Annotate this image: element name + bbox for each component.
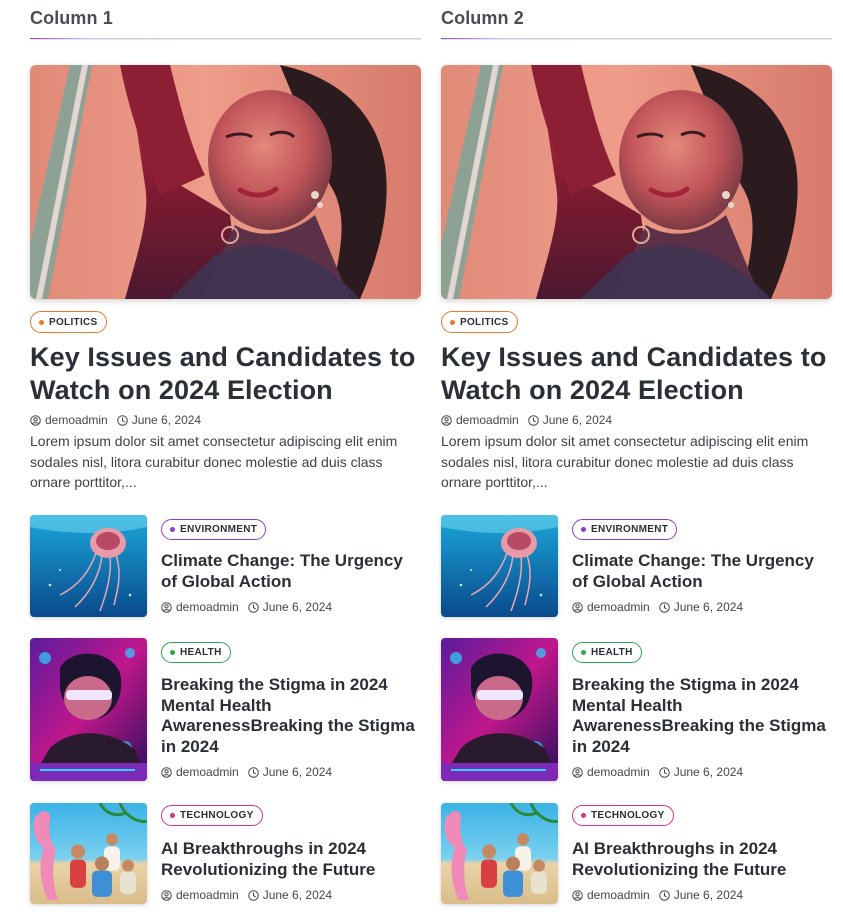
category-label: TECHNOLOGY — [180, 810, 254, 821]
featured-title[interactable]: Key Issues and Candidates to Watch on 20… — [30, 341, 421, 407]
category-dot — [581, 813, 586, 818]
post-meta: demoadmin June 6, 2024 — [441, 413, 612, 427]
post-thumbnail[interactable] — [441, 638, 558, 781]
column-heading: Column 1 — [30, 0, 421, 40]
post-date[interactable]: June 6, 2024 — [674, 765, 743, 779]
category-badge[interactable]: ENVIRONMENT — [572, 519, 678, 540]
clock-icon — [659, 890, 670, 901]
category-dot — [39, 319, 44, 325]
post-thumbnail[interactable] — [30, 638, 147, 781]
clock-icon — [528, 415, 539, 426]
post-title[interactable]: Breaking the Stigma in 2024 Mental Healt… — [161, 675, 421, 757]
author-link[interactable]: demoadmin — [45, 413, 108, 427]
list-item: TECHNOLOGY AI Breakthroughs in 2024 Revo… — [441, 803, 832, 904]
list-item: ENVIRONMENT Climate Change: The Urgency … — [441, 515, 832, 617]
clock-icon — [248, 890, 259, 901]
category-label: HEALTH — [591, 647, 633, 658]
post-meta: demoadmin June 6, 2024 — [30, 413, 201, 427]
column-heading: Column 2 — [441, 0, 832, 40]
category-label: POLITICS — [460, 316, 509, 328]
category-badge[interactable]: HEALTH — [572, 642, 642, 663]
list-item: HEALTH Breaking the Stigma in 2024 Menta… — [441, 638, 832, 781]
category-label: ENVIRONMENT — [591, 524, 669, 535]
category-dot — [581, 650, 586, 655]
category-label: ENVIRONMENT — [180, 524, 258, 535]
post-meta: demoadmin June 6, 2024 — [161, 765, 332, 779]
list-item: TECHNOLOGY AI Breakthroughs in 2024 Revo… — [30, 803, 421, 904]
category-badge[interactable]: HEALTH — [161, 642, 231, 663]
post-date[interactable]: June 6, 2024 — [543, 413, 612, 427]
featured-excerpt: Lorem ipsum dolor sit amet consectetur a… — [30, 433, 398, 490]
post-thumbnail[interactable] — [30, 803, 147, 904]
list-item: HEALTH Breaking the Stigma in 2024 Menta… — [30, 638, 421, 781]
user-circle-icon — [572, 767, 583, 778]
category-dot — [450, 319, 455, 325]
column-1: Column 1 POLITICS Key Issues and Candida… — [30, 0, 421, 40]
user-circle-icon — [161, 890, 172, 901]
post-date[interactable]: June 6, 2024 — [674, 888, 743, 902]
list-item: ENVIRONMENT Climate Change: The Urgency … — [30, 515, 421, 617]
category-label: POLITICS — [49, 316, 98, 328]
author-link[interactable]: demoadmin — [587, 600, 650, 614]
post-title[interactable]: Breaking the Stigma in 2024 Mental Healt… — [572, 675, 832, 757]
clock-icon — [248, 767, 259, 778]
user-circle-icon — [161, 767, 172, 778]
post-title[interactable]: Climate Change: The Urgency of Global Ac… — [161, 551, 421, 592]
user-circle-icon — [161, 602, 172, 613]
user-circle-icon — [30, 415, 41, 426]
post-date[interactable]: June 6, 2024 — [263, 600, 332, 614]
category-label: HEALTH — [180, 647, 222, 658]
post-title[interactable]: Climate Change: The Urgency of Global Ac… — [572, 551, 832, 592]
featured-title[interactable]: Key Issues and Candidates to Watch on 20… — [441, 341, 832, 407]
featured-image[interactable] — [30, 65, 421, 299]
post-title[interactable]: AI Breakthroughs in 2024 Revolutionizing… — [161, 839, 421, 880]
clock-icon — [659, 767, 670, 778]
category-dot — [170, 813, 175, 818]
category-dot — [170, 527, 175, 532]
user-circle-icon — [572, 890, 583, 901]
post-date[interactable]: June 6, 2024 — [263, 888, 332, 902]
column-title: Column 1 — [30, 8, 113, 28]
column-title: Column 2 — [441, 8, 524, 28]
author-link[interactable]: demoadmin — [587, 888, 650, 902]
category-badge[interactable]: TECHNOLOGY — [572, 805, 674, 826]
featured-excerpt: Lorem ipsum dolor sit amet consectetur a… — [441, 433, 809, 490]
author-link[interactable]: demoadmin — [176, 600, 239, 614]
user-circle-icon — [572, 602, 583, 613]
featured-image[interactable] — [441, 65, 832, 299]
category-label: TECHNOLOGY — [591, 810, 665, 821]
post-thumbnail[interactable] — [30, 515, 147, 617]
category-dot — [170, 650, 175, 655]
heading-divider — [30, 38, 421, 40]
author-link[interactable]: demoadmin — [176, 888, 239, 902]
post-meta: demoadmin June 6, 2024 — [572, 600, 743, 614]
post-date[interactable]: June 6, 2024 — [674, 600, 743, 614]
post-meta: demoadmin June 6, 2024 — [572, 888, 743, 902]
clock-icon — [117, 415, 128, 426]
post-date[interactable]: June 6, 2024 — [263, 765, 332, 779]
category-dot — [581, 527, 586, 532]
post-thumbnail[interactable] — [441, 803, 558, 904]
category-badge[interactable]: POLITICS — [441, 311, 518, 333]
heading-divider — [441, 38, 832, 40]
category-badge[interactable]: TECHNOLOGY — [161, 805, 263, 826]
post-meta: demoadmin June 6, 2024 — [161, 888, 332, 902]
column-2: Column 2 POLITICS Key Issues and Candida… — [441, 0, 832, 40]
post-meta: demoadmin June 6, 2024 — [161, 600, 332, 614]
post-meta: demoadmin June 6, 2024 — [572, 765, 743, 779]
user-circle-icon — [441, 415, 452, 426]
post-date[interactable]: June 6, 2024 — [132, 413, 201, 427]
category-badge[interactable]: ENVIRONMENT — [161, 519, 267, 540]
clock-icon — [248, 602, 259, 613]
author-link[interactable]: demoadmin — [456, 413, 519, 427]
author-link[interactable]: demoadmin — [587, 765, 650, 779]
post-thumbnail[interactable] — [441, 515, 558, 617]
category-badge[interactable]: POLITICS — [30, 311, 107, 333]
clock-icon — [659, 602, 670, 613]
post-title[interactable]: AI Breakthroughs in 2024 Revolutionizing… — [572, 839, 832, 880]
author-link[interactable]: demoadmin — [176, 765, 239, 779]
